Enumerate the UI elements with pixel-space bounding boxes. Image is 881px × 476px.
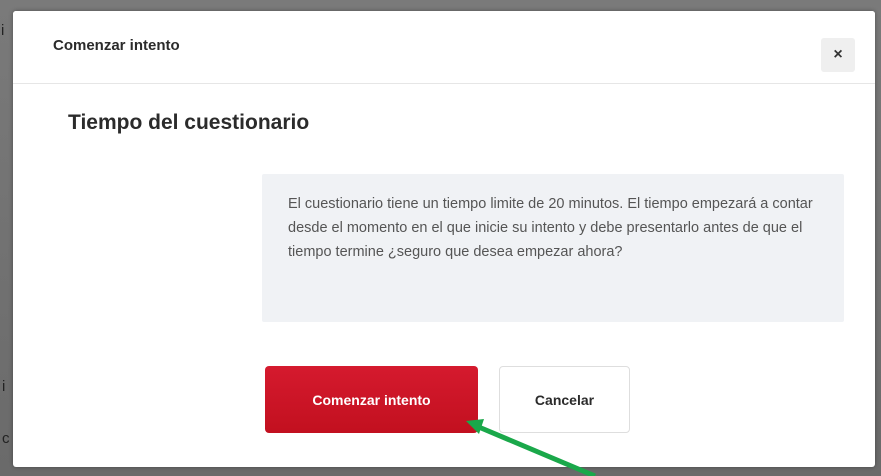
start-attempt-button[interactable]: Comenzar intento: [265, 366, 478, 433]
cancel-button[interactable]: Cancelar: [499, 366, 630, 433]
close-icon: ×: [833, 46, 843, 63]
close-button[interactable]: ×: [821, 38, 855, 72]
background-text: i: [2, 378, 6, 395]
info-box: El cuestionario tiene un tiempo limite d…: [262, 174, 844, 322]
background-text: i: [1, 22, 5, 39]
background-text: c: [2, 430, 10, 447]
modal-header: Comenzar intento ×: [13, 11, 875, 84]
time-limit-message: El cuestionario tiene un tiempo limite d…: [288, 196, 813, 260]
start-attempt-modal: Comenzar intento × Tiempo del cuestionar…: [13, 11, 875, 467]
modal-title: Comenzar intento: [53, 37, 180, 54]
section-title: Tiempo del cuestionario: [68, 111, 310, 134]
